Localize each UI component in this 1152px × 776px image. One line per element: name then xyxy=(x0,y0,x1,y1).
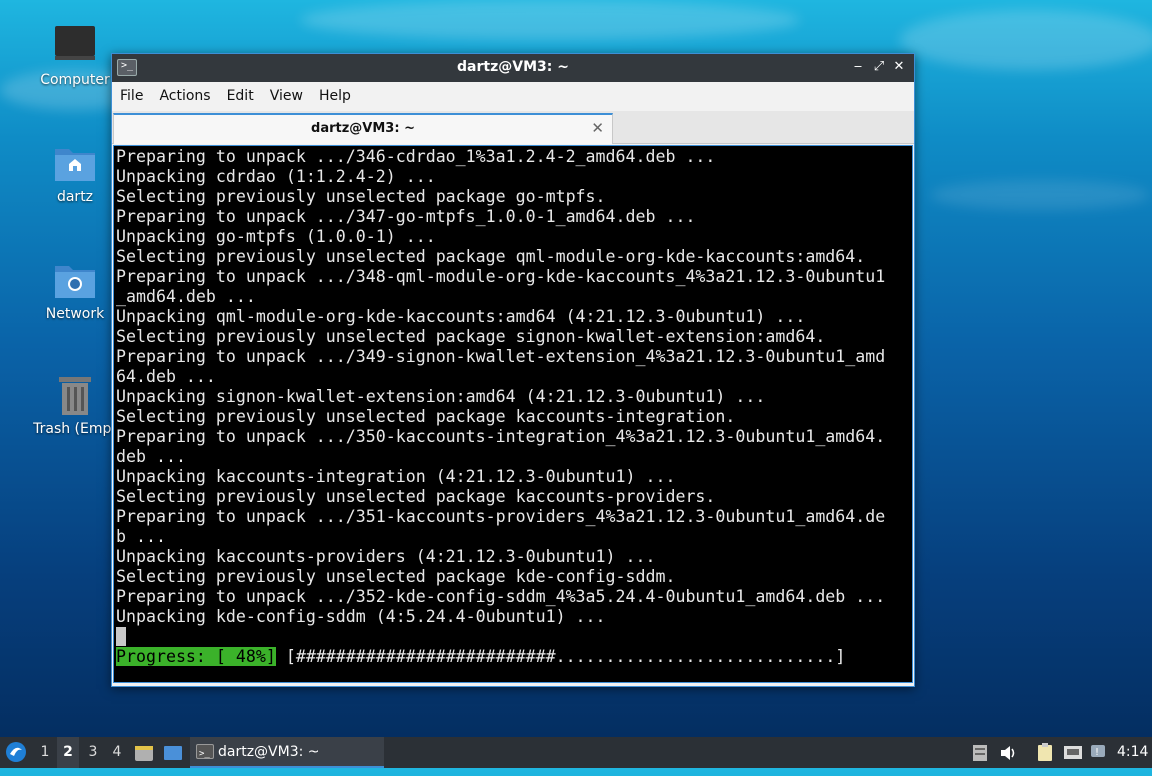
taskbar-task-terminal[interactable]: >_ dartz@VM3: ~ xyxy=(190,737,384,768)
lubuntu-logo-icon xyxy=(6,742,26,762)
desktop-icon-network[interactable]: Network xyxy=(30,258,120,322)
file-manager-launcher-icon[interactable] xyxy=(134,743,154,763)
desktop-icon-trash[interactable]: Trash (Empt xyxy=(30,373,120,437)
window-title: dartz@VM3: ~ xyxy=(457,59,569,75)
desktop-icon-label: dartz xyxy=(56,189,94,205)
terminal-line: Unpacking kde-config-sddm (4:5.24.4-0ubu… xyxy=(116,607,606,626)
terminal-line: Unpacking qml-module-org-kde-kaccounts:a… xyxy=(116,307,806,326)
menubar: File Actions Edit View Help xyxy=(112,82,914,111)
desktop-icon-home[interactable]: dartz xyxy=(30,141,120,205)
terminal-line: Preparing to unpack .../350-kaccounts-in… xyxy=(116,427,886,446)
minimize-button[interactable]: ‒ xyxy=(849,58,867,76)
terminal-line: Selecting previously unselected package … xyxy=(116,327,826,346)
terminal-output[interactable]: Preparing to unpack .../346-cdrdao_1%3a1… xyxy=(113,145,913,683)
show-desktop-icon[interactable] xyxy=(163,743,183,763)
water-highlight xyxy=(930,180,1150,210)
tab-bar: dartz@VM3: ~ ✕ xyxy=(112,111,914,144)
terminal-line: Preparing to unpack .../346-cdrdao_1%3a1… xyxy=(116,147,716,166)
terminal-line: Preparing to unpack .../351-kaccounts-pr… xyxy=(116,507,886,526)
terminal-line: b ... xyxy=(116,527,166,546)
network-folder-icon xyxy=(53,258,97,302)
close-button[interactable]: ✕ xyxy=(890,58,908,76)
desktop-icon-label: Computer xyxy=(40,72,110,88)
progress-row: Progress: [ 48%] [######################… xyxy=(116,647,845,667)
desktop-icon-computer[interactable]: Computer xyxy=(30,24,120,88)
maximize-button[interactable]: ⤢ xyxy=(870,58,888,76)
terminal-line: Unpacking cdrdao (1:1.2.4-2) ... xyxy=(116,167,436,186)
notes-icon[interactable] xyxy=(972,743,988,763)
terminal-icon: >_ xyxy=(196,744,214,759)
terminal-line: deb ... xyxy=(116,447,186,466)
terminal-line: Selecting previously unselected package … xyxy=(116,407,736,426)
workspace-3[interactable]: 3 xyxy=(82,737,104,768)
network-status-icon[interactable] xyxy=(1063,743,1083,763)
terminal-line: Preparing to unpack .../347-go-mtpfs_1.0… xyxy=(116,207,696,226)
clock[interactable]: 4:14 xyxy=(1117,737,1148,768)
window-titlebar[interactable]: >_ dartz@VM3: ~ ‒ ⤢ ✕ xyxy=(112,54,914,82)
task-label: dartz@VM3: ~ xyxy=(218,744,320,760)
progress-bar: [##########################.............… xyxy=(275,647,846,666)
tab-title: dartz@VM3: ~ xyxy=(311,121,415,136)
workspace-1[interactable]: 1 xyxy=(34,737,56,768)
terminal-lines: Preparing to unpack .../346-cdrdao_1%3a1… xyxy=(116,147,885,627)
home-folder-icon xyxy=(53,141,97,185)
volume-icon[interactable] xyxy=(999,743,1019,763)
menu-edit[interactable]: Edit xyxy=(219,82,262,104)
terminal-line: Preparing to unpack .../352-kde-config-s… xyxy=(116,587,886,606)
menu-help[interactable]: Help xyxy=(311,82,359,104)
terminal-line: Unpacking signon-kwallet-extension:amd64… xyxy=(116,387,766,406)
terminal-line: Selecting previously unselected package … xyxy=(116,567,676,586)
tab-close-icon[interactable]: ✕ xyxy=(591,119,604,137)
computer-icon xyxy=(53,24,97,68)
terminal-line: Selecting previously unselected package … xyxy=(116,487,716,506)
menu-actions[interactable]: Actions xyxy=(151,82,218,104)
terminal-line: 64.deb ... xyxy=(116,367,216,386)
menu-view[interactable]: View xyxy=(262,82,311,104)
notification-icon[interactable]: ! xyxy=(1090,743,1110,763)
progress-label: Progress: [ 48%] xyxy=(116,647,276,666)
workspace-4[interactable]: 4 xyxy=(106,737,128,768)
svg-text:!: ! xyxy=(1095,747,1099,758)
water-highlight xyxy=(300,0,800,40)
clipboard-icon[interactable] xyxy=(1036,742,1054,764)
desktop-icon-label: Trash (Empt xyxy=(33,421,117,437)
terminal-line: Selecting previously unselected package … xyxy=(116,187,606,206)
terminal-cursor xyxy=(116,627,126,646)
terminal-window: >_ dartz@VM3: ~ ‒ ⤢ ✕ File Actions Edit Vie… xyxy=(111,53,915,687)
menu-file[interactable]: File xyxy=(112,82,151,104)
app-menu-button[interactable] xyxy=(4,737,30,768)
desktop-icon-label: Network xyxy=(45,306,105,322)
workspace-2[interactable]: 2 xyxy=(57,737,79,768)
terminal-line: Preparing to unpack .../348-qml-module-o… xyxy=(116,267,886,286)
terminal-line: Unpacking kaccounts-integration (4:21.12… xyxy=(116,467,676,486)
terminal-line: Preparing to unpack .../349-signon-kwall… xyxy=(116,347,886,366)
trash-icon xyxy=(53,373,97,417)
terminal-line: Unpacking go-mtpfs (1.0.0-1) ... xyxy=(116,227,436,246)
terminal-line: Unpacking kaccounts-providers (4:21.12.3… xyxy=(116,547,656,566)
tab-terminal[interactable]: dartz@VM3: ~ ✕ xyxy=(113,113,613,144)
taskbar: 1 2 3 4 >_ dartz@VM3: ~ ! 4:14 xyxy=(0,737,1152,768)
water-highlight xyxy=(900,10,1152,70)
terminal-line: _amd64.deb ... xyxy=(116,287,256,306)
terminal-line: Selecting previously unselected package … xyxy=(116,247,866,266)
